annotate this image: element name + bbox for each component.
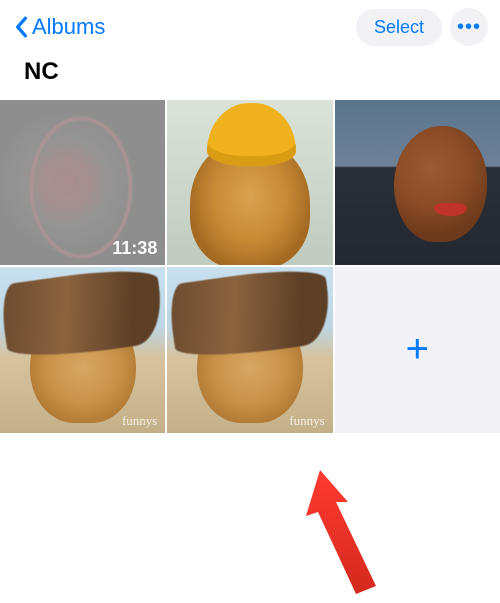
video-duration: 11:38 (112, 238, 157, 259)
plus-icon: + (406, 327, 429, 372)
select-button[interactable]: Select (356, 9, 442, 46)
back-label: Albums (32, 14, 105, 40)
beanie-shape (207, 103, 296, 166)
grid-item-photo[interactable] (167, 100, 332, 265)
album-title: NC (0, 54, 500, 100)
grid-item-photo[interactable]: funnys (167, 267, 332, 432)
ellipsis-icon: ••• (457, 16, 481, 39)
watermark-text: funnys (122, 413, 157, 429)
grid-item-video[interactable]: 11:38 (0, 100, 165, 265)
watermark-text: funnys (289, 413, 324, 429)
grid-item-photo[interactable] (335, 100, 500, 265)
add-photo-button[interactable]: + (335, 267, 500, 432)
photo-grid: 11:38 funnys funnys + (0, 100, 500, 433)
grid-item-photo[interactable]: funnys (0, 267, 165, 432)
annotation-arrow-icon (278, 462, 398, 602)
chevron-left-icon (12, 14, 30, 40)
more-button[interactable]: ••• (450, 8, 488, 46)
back-button[interactable]: Albums (12, 14, 105, 40)
